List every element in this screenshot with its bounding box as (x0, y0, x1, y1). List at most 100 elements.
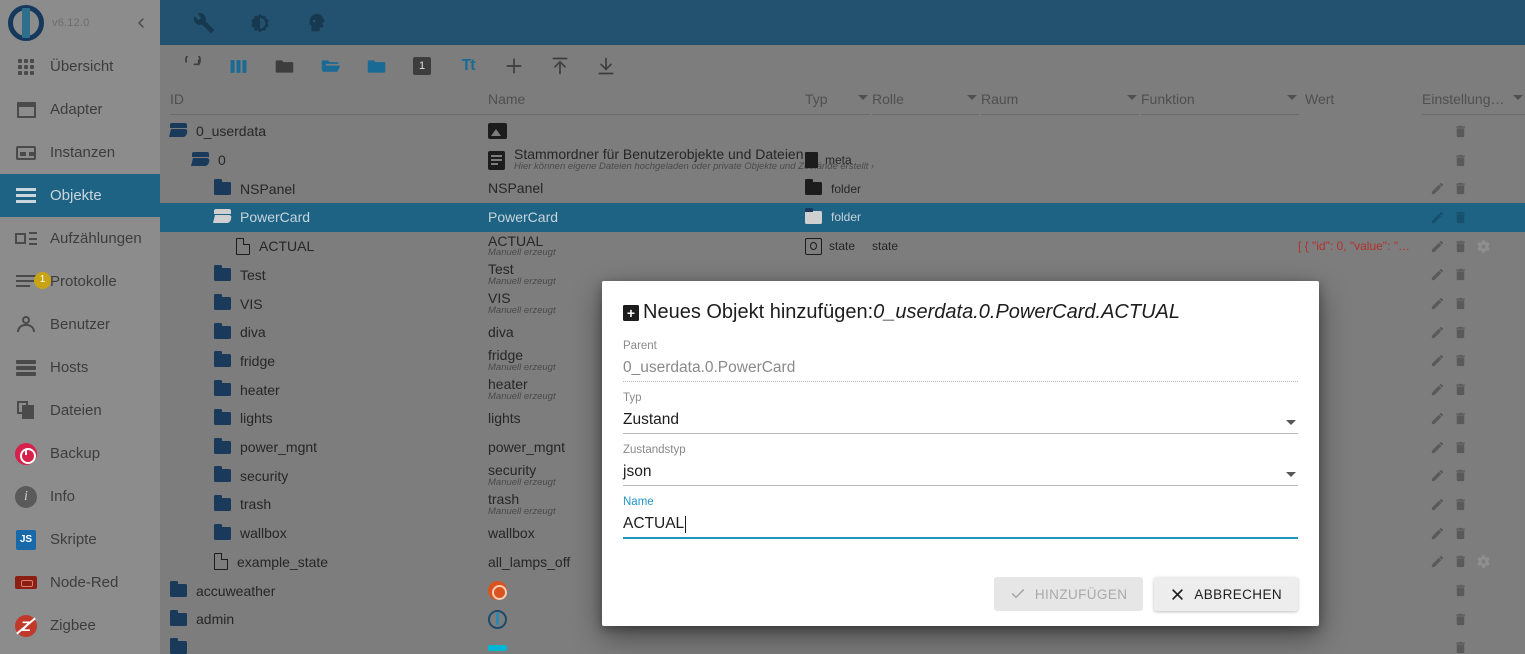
table-row[interactable]: PowerCard PowerCard folder (160, 203, 1525, 232)
table-row[interactable]: 0 Stammordner für Benutzerobjekte und Dat… (160, 146, 1525, 175)
text-size-icon[interactable]: Tt (456, 54, 480, 78)
chevron-down-icon[interactable] (1513, 95, 1523, 100)
sidebar-item-aufz-hlungen[interactable]: Aufzählungen (0, 217, 160, 260)
delete-icon[interactable] (1453, 124, 1468, 139)
row-name-cell[interactable] (488, 644, 507, 651)
row-name-cell[interactable]: NSPanel (488, 181, 543, 196)
row-id-cell[interactable]: fridge (170, 351, 275, 369)
edit-icon[interactable] (1430, 353, 1445, 368)
dialog-field-input-typ[interactable]: Zustand (623, 406, 1298, 433)
sidebar-item-zigbee[interactable]: Z Zigbee (0, 604, 160, 647)
sidebar-item-adapter[interactable]: Adapter (0, 88, 160, 131)
edit-icon[interactable] (1430, 440, 1445, 455)
refresh-icon[interactable] (180, 54, 204, 78)
table-row[interactable]: 0_userdata (160, 117, 1525, 146)
delete-icon[interactable] (1453, 153, 1468, 168)
row-name-cell[interactable]: diva (488, 325, 514, 340)
chevron-down-icon[interactable] (1127, 95, 1137, 100)
row-name-cell[interactable]: wallbox (488, 526, 535, 541)
sidebar-item-backup[interactable]: Backup (0, 432, 160, 475)
delete-icon[interactable] (1453, 210, 1468, 225)
export-icon[interactable] (594, 54, 618, 78)
table-row[interactable]: NSPanel NSPanel folder (160, 174, 1525, 203)
row-name-cell[interactable] (488, 123, 516, 140)
sidebar-item-dateien[interactable]: Dateien (0, 389, 160, 432)
wrench-icon[interactable] (192, 11, 216, 35)
table-row[interactable] (160, 634, 1525, 654)
row-name-cell[interactable] (488, 581, 507, 601)
row-name-cell[interactable]: lights (488, 411, 521, 426)
row-id-cell[interactable]: lights (170, 408, 273, 426)
row-name-cell[interactable]: Test Manuell erzeugt (488, 262, 556, 287)
row-id-cell[interactable]: VIS (170, 294, 263, 312)
row-name-cell[interactable]: heater Manuell erzeugt (488, 377, 556, 402)
delete-icon[interactable] (1453, 181, 1468, 196)
dialog-field-input-name[interactable]: ACTUAL (623, 510, 1298, 537)
row-name-cell[interactable]: trash Manuell erzeugt (488, 492, 556, 517)
sidebar-item-benutzer[interactable]: Benutzer (0, 303, 160, 346)
chevron-down-icon[interactable] (858, 95, 868, 100)
edit-icon[interactable] (1430, 296, 1445, 311)
edit-icon[interactable] (1430, 239, 1445, 254)
expand-all-folder-icon[interactable] (318, 54, 342, 78)
sidebar-item-info[interactable]: i Info (0, 475, 160, 518)
row-name-cell[interactable]: PowerCard (488, 210, 558, 225)
edit-icon[interactable] (1430, 325, 1445, 340)
edit-icon[interactable] (1430, 554, 1445, 569)
edit-icon[interactable] (1430, 468, 1445, 483)
column-header-typ[interactable]: Typ (805, 89, 870, 115)
delete-icon[interactable] (1453, 612, 1468, 627)
delete-icon[interactable] (1453, 526, 1468, 541)
delete-icon[interactable] (1453, 583, 1468, 598)
column-header-funktion[interactable]: Funktion (1141, 89, 1299, 115)
row-id-cell[interactable]: security (170, 466, 288, 484)
row-id-cell[interactable]: ACTUAL (170, 237, 314, 255)
row-id-cell[interactable]: example_state (170, 553, 328, 571)
delete-icon[interactable] (1453, 325, 1468, 340)
delete-icon[interactable] (1453, 267, 1468, 282)
column-header-rolle[interactable]: Rolle (872, 89, 979, 115)
column-header-wert[interactable]: Wert (1305, 89, 1415, 115)
collapse-all-folder-icon[interactable] (272, 54, 296, 78)
column-header-raum[interactable]: Raum (981, 89, 1139, 115)
column-header-id[interactable]: ID (170, 89, 488, 115)
settings-gear-icon[interactable] (1476, 554, 1491, 569)
edit-icon[interactable] (1430, 382, 1445, 397)
confirm-add-button[interactable]: HINZUFÜGEN (993, 577, 1144, 611)
head-profile-icon[interactable] (304, 11, 328, 35)
edit-icon[interactable] (1430, 181, 1445, 196)
row-id-cell[interactable] (170, 638, 196, 654)
edit-icon[interactable] (1430, 210, 1445, 225)
row-id-cell[interactable]: 0_userdata (170, 122, 266, 139)
row-name-cell[interactable]: fridge Manuell erzeugt (488, 348, 556, 373)
row-name-cell[interactable]: all_lamps_off (488, 554, 570, 570)
delete-icon[interactable] (1453, 239, 1468, 254)
row-name-cell[interactable]: VIS Manuell erzeugt (488, 291, 556, 316)
edit-icon[interactable] (1430, 526, 1445, 541)
chevron-down-icon[interactable] (1286, 471, 1296, 477)
row-id-cell[interactable]: 0 (170, 151, 226, 168)
row-name-cell[interactable] (488, 609, 507, 629)
row-id-cell[interactable]: wallbox (170, 523, 287, 541)
sidebar-item-protokolle[interactable]: 1 Protokolle (0, 260, 160, 303)
delete-icon[interactable] (1453, 440, 1468, 455)
delete-icon[interactable] (1453, 640, 1468, 654)
row-id-cell[interactable]: admin (170, 609, 234, 627)
chevron-down-icon[interactable] (967, 95, 977, 100)
row-name-cell[interactable]: ACTUAL Manuell erzeugt (488, 233, 556, 259)
folder-icon[interactable] (364, 54, 388, 78)
row-name-cell[interactable]: power_mgnt (488, 439, 565, 455)
columns-icon[interactable] (226, 54, 250, 78)
chevron-down-icon[interactable] (1286, 419, 1296, 425)
dialog-field-input-parent[interactable]: 0_userdata.0.PowerCard (623, 354, 1298, 381)
brightness-icon[interactable] (248, 11, 272, 35)
sidebar-item-hosts[interactable]: Hosts (0, 346, 160, 389)
sidebar-collapse-button[interactable] (130, 12, 152, 34)
sidebar-item-objekte[interactable]: Objekte (0, 174, 160, 217)
add-object-icon[interactable] (502, 54, 526, 78)
delete-icon[interactable] (1453, 497, 1468, 512)
table-row[interactable]: ACTUAL ACTUAL Manuell erzeugt state state[ {… (160, 232, 1525, 261)
dialog-field-input-subtype[interactable]: json (623, 458, 1298, 485)
row-id-cell[interactable]: NSPanel (170, 179, 295, 197)
delete-icon[interactable] (1453, 382, 1468, 397)
